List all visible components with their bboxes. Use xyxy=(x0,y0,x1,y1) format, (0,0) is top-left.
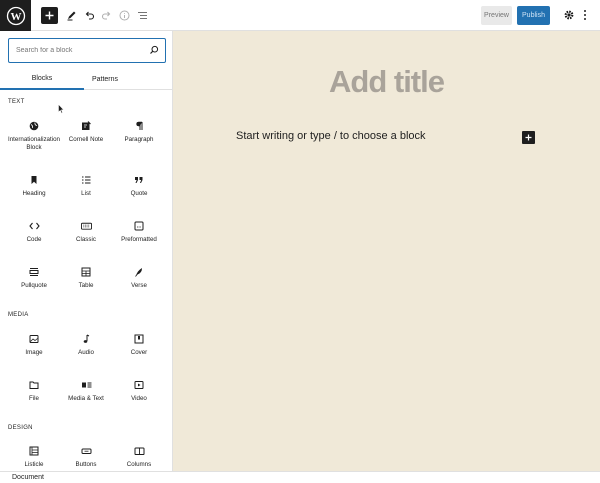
plus-icon xyxy=(525,134,532,141)
more-vertical-icon xyxy=(584,10,586,20)
undo-button[interactable] xyxy=(81,7,97,23)
svg-text:W: W xyxy=(10,11,21,23)
block-image[interactable]: Image xyxy=(6,329,62,375)
paragraph-block-placeholder[interactable]: Start writing or type / to choose a bloc… xyxy=(236,130,426,142)
block-buttons[interactable]: Buttons xyxy=(58,441,114,471)
post-title-input[interactable]: Add title xyxy=(173,64,600,100)
tab-patterns[interactable]: Patterns xyxy=(84,69,126,90)
inserter-tabs: Blocks Patterns xyxy=(0,69,172,90)
inline-add-block-button[interactable] xyxy=(522,131,535,144)
tools-button[interactable] xyxy=(63,7,79,23)
block-listicle[interactable]: Listicle xyxy=(6,441,62,471)
block-media-text[interactable]: Media & Text xyxy=(58,375,114,421)
feather-icon xyxy=(134,266,145,277)
block-audio[interactable]: Audio xyxy=(58,329,114,375)
quote-icon xyxy=(134,174,145,185)
redo-icon xyxy=(101,11,110,20)
undo-icon xyxy=(85,11,94,20)
options-button[interactable] xyxy=(577,7,593,23)
section-label-design: DESIGN xyxy=(8,425,33,431)
mouse-cursor-icon xyxy=(58,104,64,114)
table-icon xyxy=(81,266,92,277)
buttons-icon xyxy=(81,445,92,456)
block-breadcrumb-bar: Document xyxy=(0,471,600,483)
section-label-text: TEXT xyxy=(8,99,25,105)
breadcrumb-document[interactable]: Document xyxy=(12,474,44,481)
block-list[interactable]: List xyxy=(58,170,114,216)
publish-button[interactable]: Publish xyxy=(517,6,550,25)
redo-button[interactable] xyxy=(98,7,114,23)
list-view-icon xyxy=(137,11,147,19)
music-note-icon xyxy=(81,333,92,344)
block-internationalization[interactable]: Internationalization Block xyxy=(6,116,62,162)
columns-icon xyxy=(134,445,145,456)
block-inserter-panel: Blocks Patterns TEXT Internationalizatio… xyxy=(0,31,173,471)
note-icon xyxy=(81,120,92,131)
block-cornell-note[interactable]: Cornell Note xyxy=(58,116,114,162)
block-pullquote[interactable]: Pullquote xyxy=(6,262,62,308)
add-block-button[interactable] xyxy=(41,7,58,24)
top-toolbar: W Preview Publish xyxy=(0,0,600,31)
block-columns[interactable]: Columns xyxy=(111,441,167,471)
code-icon xyxy=(28,220,40,231)
block-editor: W Preview Publish Search for a block Blo… xyxy=(0,0,600,483)
settings-button[interactable] xyxy=(561,7,577,23)
paragraph-icon xyxy=(134,120,145,131)
tab-blocks[interactable]: Blocks xyxy=(0,69,84,90)
video-icon xyxy=(134,379,145,390)
block-verse[interactable]: Verse xyxy=(111,262,167,308)
section-label-media: MEDIA xyxy=(8,312,29,318)
search-input[interactable] xyxy=(16,39,146,61)
gear-icon xyxy=(564,10,574,20)
plus-icon xyxy=(45,11,54,20)
block-table[interactable]: Table xyxy=(58,262,114,308)
block-file[interactable]: File xyxy=(6,375,62,421)
media-text-icon xyxy=(81,379,92,390)
image-icon xyxy=(29,333,40,344)
folder-icon xyxy=(29,379,40,390)
globe-icon xyxy=(29,120,40,131)
cover-icon xyxy=(134,333,145,344)
info-icon xyxy=(119,10,129,20)
search-icon xyxy=(150,45,159,54)
block-cover[interactable]: Cover xyxy=(111,329,167,375)
details-button[interactable] xyxy=(116,7,132,23)
block-code[interactable]: Code xyxy=(6,216,62,262)
block-search xyxy=(8,38,166,63)
list-icon xyxy=(81,174,92,185)
block-heading[interactable]: Heading xyxy=(6,170,62,216)
block-preformatted[interactable]: Preformatted xyxy=(111,216,167,262)
editor-canvas[interactable]: Add title Start writing or type / to cho… xyxy=(173,31,600,471)
preview-button[interactable]: Preview xyxy=(481,6,512,25)
block-paragraph[interactable]: Paragraph xyxy=(111,116,167,162)
block-classic[interactable]: Classic xyxy=(58,216,114,262)
listicle-icon xyxy=(29,445,40,456)
block-video[interactable]: Video xyxy=(111,375,167,421)
wordpress-logo-icon[interactable]: W xyxy=(0,0,31,31)
pencil-icon xyxy=(67,11,75,20)
bookmark-icon xyxy=(29,174,40,185)
block-quote[interactable]: Quote xyxy=(111,170,167,216)
keyboard-icon xyxy=(80,220,92,231)
list-view-button[interactable] xyxy=(134,7,150,23)
pullquote-icon xyxy=(29,266,40,277)
preformatted-icon xyxy=(134,220,145,231)
